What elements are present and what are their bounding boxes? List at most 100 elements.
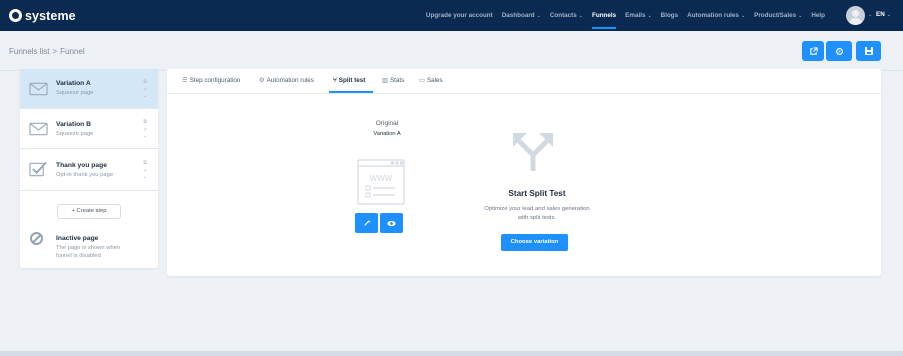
chevron-down-icon: ⌄ — [798, 13, 803, 19]
nav-funnels[interactable]: Funnels — [592, 0, 617, 31]
breadcrumb-funnels-list[interactable]: Funnels list — [9, 47, 49, 56]
chevron-down-icon[interactable]: ⌄ — [868, 12, 872, 18]
link-icon[interactable]: ⇗ — [142, 168, 148, 176]
footer-divider — [0, 351, 903, 356]
preview-text: WWW — [370, 174, 393, 183]
tab-sales[interactable]: ▭ Sales — [419, 77, 443, 84]
money-icon: ▭ — [419, 77, 425, 84]
avatar[interactable] — [846, 6, 865, 25]
copy-icon[interactable]: ⧉ — [142, 79, 148, 87]
chevron-down-icon: ⌄ — [886, 12, 891, 18]
nav-label: Product/Sales — [754, 12, 797, 19]
original-label: Original — [375, 120, 399, 127]
nav-upgrade[interactable]: Upgrade your account — [426, 0, 493, 31]
nav-product-sales[interactable]: Product/Sales ⌄ — [754, 0, 802, 31]
breadcrumb-current: Funnel — [60, 47, 85, 56]
inactive-page-description: The page is shown when — [56, 245, 121, 251]
tab-label: Automation rules — [266, 77, 314, 84]
step-actions: ⧉ ⇗ ▪ — [142, 79, 148, 102]
nav-label: Contacts — [549, 12, 577, 19]
trash-icon[interactable]: ▪ — [142, 94, 148, 102]
link-icon[interactable]: ⇗ — [142, 127, 148, 135]
nav-label: Automation rules — [687, 12, 739, 19]
tab-label: Sales — [426, 77, 443, 84]
magic-wand-icon — [363, 219, 371, 226]
tab-split-test[interactable]: ⑂ Split test — [333, 77, 365, 84]
step-subtitle: Squeeze page — [56, 90, 94, 96]
split-icon: ⑂ — [333, 77, 337, 84]
logo[interactable]: systeme — [9, 9, 76, 23]
step-thank-you-page[interactable]: Thank you page Opt-in thank you page ⧉ ⇗ ▪ — [20, 149, 158, 191]
page-header: Funnels list > Funnel — [0, 31, 903, 71]
nav-label: Help — [811, 12, 825, 19]
nav-emails[interactable]: Emails ⌄ — [625, 0, 652, 31]
step-title: Variation A — [56, 80, 91, 87]
chevron-down-icon: ⌄ — [647, 13, 652, 19]
nav-label: Emails — [625, 12, 646, 19]
eye-icon — [387, 220, 396, 226]
step-title: Thank you page — [56, 162, 107, 169]
ban-icon — [30, 232, 43, 245]
list-icon: ☰ — [182, 77, 188, 84]
active-tab-indicator — [329, 91, 373, 93]
nav-label: Dashboard — [501, 12, 535, 19]
open-funnel-button[interactable] — [802, 41, 824, 61]
logo-text: systeme — [25, 8, 76, 23]
step-actions: ⧉ ⇗ ▪ — [142, 119, 148, 142]
nav-blogs[interactable]: Blogs — [661, 0, 679, 31]
tab-step-configuration[interactable]: ☰ Step configuration — [182, 77, 240, 84]
trash-icon[interactable]: ▪ — [142, 134, 148, 142]
breadcrumb-separator: > — [52, 47, 58, 56]
settings-button[interactable] — [826, 41, 852, 61]
tab-label: Split test — [338, 77, 366, 84]
save-button[interactable] — [856, 41, 881, 61]
nav-automation-rules[interactable]: Automation rules ⌄ — [687, 0, 745, 31]
tab-label: Stats — [389, 77, 405, 84]
preview-original-button[interactable] — [380, 213, 403, 233]
nav-label: Funnels — [592, 12, 617, 19]
bar-chart-icon: ▥ — [382, 77, 388, 84]
inactive-page-title[interactable]: Inactive page — [56, 235, 98, 242]
choose-variation-button[interactable]: Choose variation — [501, 234, 568, 251]
cogs-icon: ⚙ — [259, 77, 265, 84]
step-variation-b[interactable]: Variation B Squeeze page ⧉ ⇗ ▪ — [20, 109, 158, 149]
checkbox-icon — [29, 161, 47, 177]
step-variation-a[interactable]: Variation A Squeeze page ⧉ ⇗ ▪ — [20, 69, 158, 109]
tab-stats[interactable]: ▥ Stats — [382, 77, 404, 84]
nav-label: Upgrade your account — [425, 12, 493, 19]
copy-icon[interactable]: ⧉ — [142, 160, 148, 168]
top-navbar: systeme Upgrade your account Dashboard ⌄ … — [0, 0, 903, 31]
funnel-steps-sidebar: Variation A Squeeze page ⧉ ⇗ ▪ Variation B… — [20, 69, 158, 268]
webpage-preview-icon: WWW — [357, 159, 405, 205]
split-test-description: Optimize your lead and sales generation — [484, 206, 590, 212]
split-test-description: with split tests. — [517, 215, 557, 221]
nav-label: Blogs — [660, 12, 679, 19]
language-selector[interactable]: EN ⌄ — [876, 11, 891, 18]
language-label: EN — [876, 11, 885, 18]
step-title: Variation B — [56, 121, 91, 128]
edit-original-button[interactable] — [355, 213, 378, 233]
chevron-down-icon: ⌄ — [536, 13, 541, 19]
envelope-icon — [29, 122, 48, 136]
tab-label: Step configuration — [189, 77, 241, 84]
nav-dashboard[interactable]: Dashboard ⌄ — [502, 0, 541, 31]
chevron-down-icon: ⌄ — [578, 13, 583, 19]
step-actions: ⧉ ⇗ ▪ — [142, 160, 148, 183]
trash-icon[interactable]: ▪ — [142, 175, 148, 183]
tab-automation-rules[interactable]: ⚙ Automation rules — [259, 77, 314, 84]
chevron-down-icon: ⌄ — [740, 13, 746, 19]
external-link-icon — [809, 46, 818, 55]
step-subtitle: Squeeze page — [56, 131, 94, 137]
envelope-icon — [29, 82, 48, 96]
split-arrows-icon — [513, 133, 553, 171]
breadcrumb: Funnels list > Funnel — [9, 47, 85, 56]
step-subtitle: Opt-in thank you page — [56, 172, 114, 178]
nav-help[interactable]: Help — [811, 0, 825, 31]
inactive-page-description: funnel is disabled — [56, 253, 101, 259]
create-step-button[interactable]: + Create step — [57, 204, 121, 219]
copy-icon[interactable]: ⧉ — [142, 119, 148, 127]
link-icon[interactable]: ⇗ — [142, 87, 148, 95]
nav-contacts[interactable]: Contacts ⌄ — [550, 0, 583, 31]
step-tabs: ☰ Step configuration ⚙ Automation rules ⑂ S… — [167, 69, 881, 94]
gear-icon — [835, 47, 843, 55]
